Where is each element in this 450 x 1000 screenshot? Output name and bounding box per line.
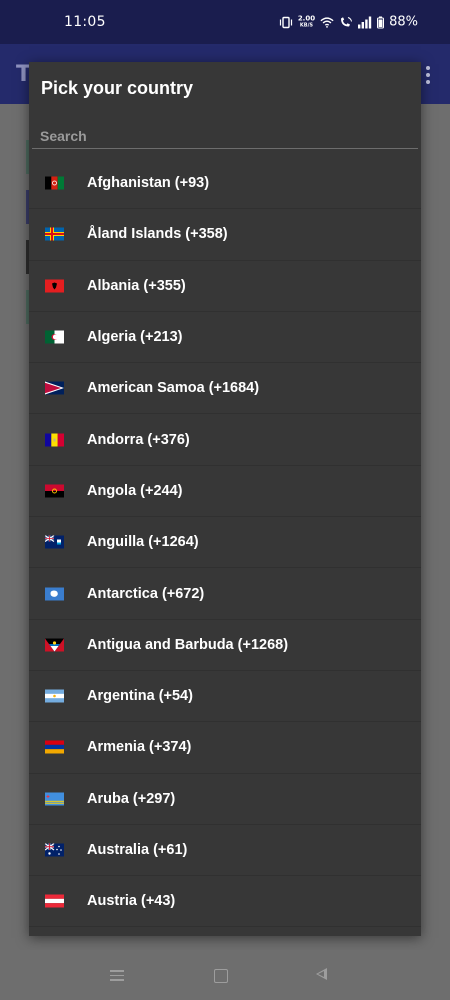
flag-am-icon [45, 740, 64, 754]
country-item[interactable]: Afghanistan (+93) [29, 158, 421, 210]
battery-percent: 88% [389, 14, 418, 30]
dialog-title: Pick your country [41, 78, 194, 98]
vibrate-icon [279, 16, 292, 28]
net-speed: 2.00 KB/S [298, 15, 315, 29]
flag-ag-icon [45, 638, 64, 652]
country-label: Åland Islands (+358) [87, 226, 228, 243]
flag-ar-icon [45, 689, 64, 703]
country-item[interactable]: American Samoa (+1684) [29, 363, 421, 415]
country-label: Algeria (+213) [87, 329, 183, 346]
country-item[interactable]: Antigua and Barbuda (+1268) [29, 620, 421, 671]
flag-ao-icon [45, 484, 64, 498]
country-item[interactable]: Andorra (+376) [29, 414, 421, 466]
flag-dz-icon [45, 330, 64, 344]
flag-as-icon [45, 381, 64, 395]
country-label: Antarctica (+672) [87, 585, 205, 602]
country-label: Andorra (+376) [87, 431, 190, 448]
country-item[interactable]: Argentina (+54) [29, 671, 421, 723]
flag-au-icon [45, 843, 64, 857]
flag-aq-icon [45, 587, 64, 601]
search-field [32, 124, 418, 149]
country-label: Albania (+355) [87, 277, 186, 294]
country-label: Armenia (+374) [87, 739, 192, 756]
country-item[interactable]: Austria (+43) [29, 876, 421, 928]
country-item[interactable]: Aruba (+297) [29, 774, 421, 825]
flag-at-icon [45, 894, 64, 908]
country-item[interactable]: Armenia (+374) [29, 722, 421, 774]
battery-icon [377, 16, 385, 28]
country-label: Argentina (+54) [87, 688, 193, 705]
country-item[interactable]: Antarctica (+672) [29, 568, 421, 620]
navigation-bar [0, 950, 450, 1000]
country-item[interactable]: Albania (+355) [29, 261, 421, 312]
country-label: Antigua and Barbuda (+1268) [87, 636, 289, 653]
country-label: Angola (+244) [87, 482, 183, 499]
search-input[interactable] [40, 126, 410, 146]
flag-ad-icon [45, 433, 64, 447]
country-label: Anguilla (+1264) [87, 534, 199, 551]
back-icon[interactable] [316, 968, 327, 980]
country-label: Aruba (+297) [87, 790, 176, 807]
wifi-call-icon [341, 16, 353, 26]
country-item[interactable]: Algeria (+213) [29, 312, 421, 364]
country-item[interactable]: Australia (+61) [29, 825, 421, 877]
signal-icon [358, 16, 372, 28]
home-icon[interactable] [214, 969, 228, 983]
flag-ai-icon [45, 535, 64, 549]
flag-ax-icon [45, 227, 64, 241]
status-bar: 11:05 2.00 KB/S 88% [0, 0, 450, 44]
wifi-icon [320, 16, 334, 28]
flag-al-icon [45, 279, 64, 293]
recent-apps-icon[interactable] [110, 967, 126, 983]
country-label: Afghanistan (+93) [87, 175, 210, 192]
country-label: American Samoa (+1684) [87, 380, 260, 397]
country-item[interactable]: Angola (+244) [29, 466, 421, 518]
country-item[interactable]: Anguilla (+1264) [29, 517, 421, 569]
country-picker-dialog: Pick your country Afghanistan (+93) Åland… [29, 62, 421, 936]
country-label: Austria (+43) [87, 893, 176, 910]
flag-aw-icon [45, 792, 64, 806]
status-time: 11:05 [64, 14, 106, 30]
status-icons: 2.00 KB/S 88% [279, 15, 418, 30]
country-label: Australia (+61) [87, 842, 188, 858]
flag-af-icon [45, 176, 64, 190]
net-speed-value: 2.00 [297, 14, 316, 22]
net-speed-unit: KB/S [299, 22, 314, 28]
country-item[interactable]: Åland Islands (+358) [29, 209, 421, 261]
country-list: Afghanistan (+93) Åland Islands (+358) Alb… [29, 158, 421, 928]
more-vertical-icon[interactable] [426, 66, 430, 87]
